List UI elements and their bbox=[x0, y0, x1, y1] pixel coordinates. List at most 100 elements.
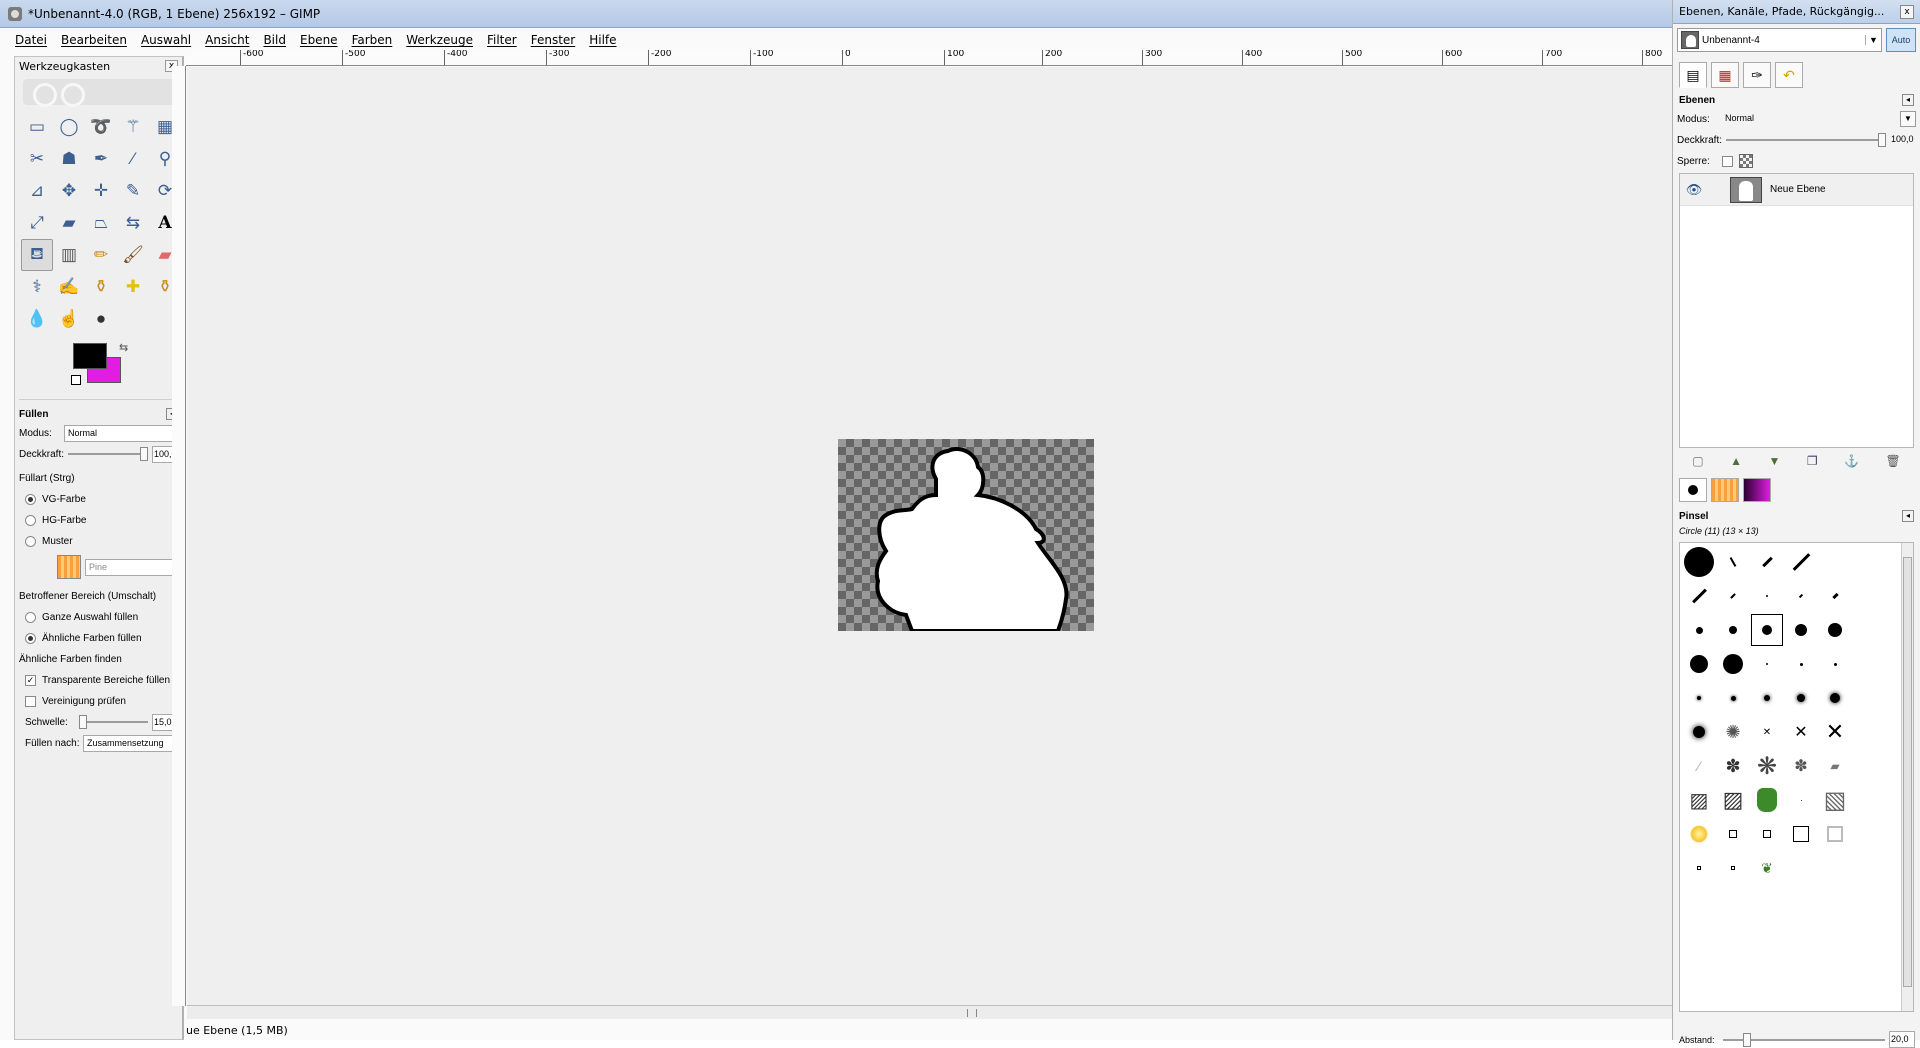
delete-layer-icon[interactable]: 🗑 bbox=[1886, 454, 1901, 468]
pencil-icon[interactable]: ✏ bbox=[85, 239, 117, 271]
brush-item[interactable] bbox=[1818, 579, 1852, 613]
layers-tab-icon[interactable]: ▤ bbox=[1679, 62, 1707, 88]
brushes-config-icon[interactable]: ◂ bbox=[1902, 510, 1914, 522]
gradient-tab-icon[interactable] bbox=[1743, 478, 1771, 502]
menu-bearbeiten[interactable]: Bearbeiten bbox=[54, 33, 134, 47]
new-layer-icon[interactable]: ▢ bbox=[1692, 454, 1703, 468]
brush-item[interactable] bbox=[1818, 681, 1852, 715]
pattern-swatch[interactable] bbox=[57, 555, 81, 579]
brush-item[interactable] bbox=[1682, 851, 1716, 885]
transparent-row[interactable]: ✓ Transparente Bereiche füllen bbox=[15, 671, 182, 689]
brush-item[interactable] bbox=[1682, 681, 1716, 715]
brush-item[interactable] bbox=[1716, 613, 1750, 647]
measure-icon[interactable]: ⊿ bbox=[21, 175, 53, 207]
brush-item[interactable] bbox=[1716, 647, 1750, 681]
menu-ansicht[interactable]: Ansicht bbox=[198, 33, 256, 47]
ink-icon[interactable]: ✍ bbox=[53, 271, 85, 303]
area-similar-row[interactable]: Ähnliche Farben füllen bbox=[15, 629, 182, 647]
fill-by-select[interactable]: Zusammensetzung bbox=[83, 734, 178, 752]
layer-row[interactable]: 👁 Neue Ebene bbox=[1680, 174, 1913, 206]
dock-close-button[interactable]: x bbox=[1900, 4, 1914, 19]
shear-icon[interactable]: ▰ bbox=[53, 207, 85, 239]
brush-item[interactable] bbox=[1784, 613, 1818, 647]
brush-item[interactable] bbox=[1750, 579, 1784, 613]
rect-select-icon[interactable]: ▭ bbox=[21, 111, 53, 143]
chevron-down-icon[interactable]: ▼ bbox=[1865, 35, 1881, 45]
brush-item[interactable]: ✕ bbox=[1784, 715, 1818, 749]
perspective-icon[interactable]: ⏢ bbox=[85, 207, 117, 239]
brush-tab-icon[interactable] bbox=[1679, 478, 1707, 502]
paths-icon[interactable]: ✒ bbox=[85, 143, 117, 175]
lock-pixels-checkbox[interactable] bbox=[1722, 155, 1733, 167]
brush-item[interactable]: ✽ bbox=[1716, 749, 1750, 783]
brush-item[interactable] bbox=[1682, 647, 1716, 681]
fill-pattern-radio[interactable] bbox=[25, 535, 36, 547]
brush-item[interactable] bbox=[1784, 681, 1818, 715]
lower-layer-icon[interactable]: ▼ bbox=[1768, 454, 1780, 468]
flip-icon[interactable]: ⇆ bbox=[117, 207, 149, 239]
brush-item[interactable] bbox=[1716, 817, 1750, 851]
brush-item[interactable] bbox=[1750, 681, 1784, 715]
brush-item[interactable] bbox=[1784, 647, 1818, 681]
brush-item[interactable] bbox=[1818, 647, 1852, 681]
layer-mode-select[interactable]: Normal bbox=[1722, 111, 1900, 128]
brush-item[interactable] bbox=[1682, 817, 1716, 851]
image-canvas[interactable] bbox=[838, 439, 1094, 631]
menu-hilfe[interactable]: Hilfe bbox=[582, 33, 623, 47]
fill-bg-row[interactable]: HG-Farbe bbox=[15, 511, 182, 529]
brush-item[interactable] bbox=[1750, 817, 1784, 851]
merged-row[interactable]: Vereinigung prüfen bbox=[15, 692, 182, 710]
color-picker-icon[interactable]: ⁄ bbox=[117, 143, 149, 175]
undo-tab-icon[interactable]: ↶ bbox=[1775, 62, 1803, 88]
brush-item[interactable]: ✕ bbox=[1818, 715, 1852, 749]
brush-item[interactable] bbox=[1818, 817, 1852, 851]
brush-item[interactable] bbox=[1682, 613, 1716, 647]
horizontal-scrollbar[interactable] bbox=[187, 1005, 1672, 1019]
anchor-layer-icon[interactable]: ⚓ bbox=[1844, 454, 1859, 468]
layers-config-icon[interactable]: ◂ bbox=[1902, 94, 1914, 106]
align-icon[interactable]: ✛ bbox=[85, 175, 117, 207]
clone-icon[interactable]: ⚱ bbox=[85, 271, 117, 303]
brush-item[interactable] bbox=[1716, 851, 1750, 885]
dodge-burn-icon[interactable]: ● bbox=[85, 303, 117, 335]
brush-item[interactable] bbox=[1750, 783, 1784, 817]
brush-item[interactable] bbox=[1818, 545, 1852, 579]
fill-pattern-row[interactable]: Muster bbox=[15, 532, 182, 550]
layer-mode-dropdown-icon[interactable]: ▼ bbox=[1900, 111, 1916, 127]
airbrush-icon[interactable]: ⚕ bbox=[21, 271, 53, 303]
menu-farben[interactable]: Farben bbox=[345, 33, 400, 47]
opacity-slider[interactable] bbox=[68, 447, 148, 461]
ellipse-select-icon[interactable]: ◯ bbox=[53, 111, 85, 143]
paintbrush-icon[interactable]: 🖌 bbox=[117, 239, 149, 271]
duplicate-layer-icon[interactable]: ❐ bbox=[1807, 454, 1818, 468]
scale-icon[interactable]: ⤢ bbox=[21, 207, 53, 239]
blend-icon[interactable]: ▥ bbox=[53, 239, 85, 271]
threshold-slider[interactable] bbox=[79, 715, 148, 729]
area-similar-radio[interactable] bbox=[25, 632, 36, 644]
layer-opacity-slider[interactable] bbox=[1726, 133, 1886, 147]
layer-name[interactable]: Neue Ebene bbox=[1770, 184, 1826, 195]
brush-item[interactable] bbox=[1784, 783, 1818, 817]
brush-item[interactable]: ❋ bbox=[1750, 749, 1784, 783]
mode-select[interactable]: Normal bbox=[64, 424, 178, 442]
smudge-icon[interactable]: ☝ bbox=[53, 303, 85, 335]
brush-item[interactable] bbox=[1682, 715, 1716, 749]
brush-item[interactable] bbox=[1784, 817, 1818, 851]
scissors-icon[interactable]: ✂ bbox=[21, 143, 53, 175]
horizontal-ruler[interactable]: -600 -500 -400 -300 -200 -100 0 100 200 … bbox=[186, 50, 1672, 66]
area-whole-radio[interactable] bbox=[25, 611, 36, 623]
layer-opacity-thumb[interactable] bbox=[1878, 133, 1886, 147]
blur-icon[interactable]: 💧 bbox=[21, 303, 53, 335]
opacity-slider-thumb[interactable] bbox=[140, 447, 148, 461]
brush-item[interactable] bbox=[1750, 545, 1784, 579]
brush-item[interactable] bbox=[1784, 545, 1818, 579]
brush-item[interactable] bbox=[1784, 851, 1818, 885]
transparent-checkbox[interactable]: ✓ bbox=[25, 674, 36, 686]
lock-alpha-icon[interactable] bbox=[1739, 154, 1753, 168]
brush-item[interactable] bbox=[1716, 545, 1750, 579]
foreground-color-swatch[interactable] bbox=[73, 343, 107, 369]
menu-ebene[interactable]: Ebene bbox=[293, 33, 345, 47]
menu-filter[interactable]: Filter bbox=[480, 33, 524, 47]
brush-item[interactable]: ▨ bbox=[1682, 783, 1716, 817]
merged-checkbox[interactable] bbox=[25, 695, 36, 707]
